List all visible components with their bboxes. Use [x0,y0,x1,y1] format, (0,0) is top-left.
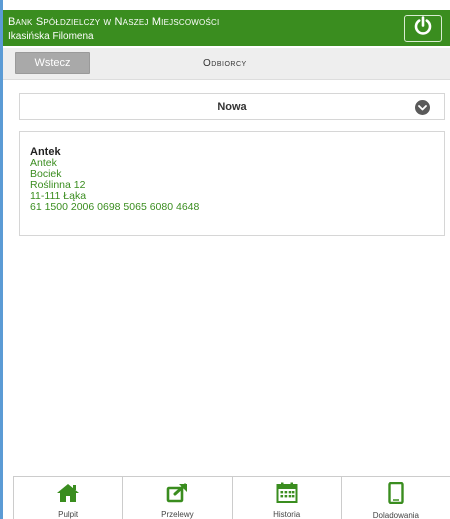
bottom-navigation: Pulpit Przelewy Historia Doladowania [13,476,450,519]
chevron-down-icon [415,100,430,115]
recipient-account-number: 61 1500 2006 0698 5065 6080 4648 [30,201,200,213]
power-icon [413,16,433,41]
back-button[interactable]: Wstecz [15,52,90,74]
nav-item-historia[interactable]: Historia [231,477,341,519]
home-icon [56,482,80,503]
nav-item-doladowania[interactable]: Doladowania [340,477,450,519]
new-recipient-label: Nowa [217,101,247,113]
logout-button[interactable] [404,15,442,42]
nav-label-doladowania: Doladowania [372,511,419,519]
nav-label-pulpit: Pulpit [58,510,79,519]
user-name: Ikasińska Filomena [8,31,94,42]
nav-item-przelewy[interactable]: Przelewy [122,477,231,519]
external-transfer-icon [166,482,188,503]
recipient-last-name: Bociek [30,168,62,180]
recipient-street: Roślinna 12 [30,179,86,191]
sub-toolbar: Wstecz Odbiorcy [3,48,450,80]
page-title: Odbiorcy [203,58,247,69]
nav-label-przelewy: Przelewy [161,510,194,519]
recipient-card[interactable]: Antek Antek Bociek Roślinna 12 11-111 Łą… [19,131,445,236]
mobile-phone-icon [388,482,404,504]
recipient-name: Antek [30,146,61,158]
nav-label-historia: Historia [273,510,301,519]
bank-name: Bank Spółdzielczy w Naszej Miejscowości [8,16,220,28]
calendar-icon [276,482,298,503]
new-recipient-row[interactable]: Nowa [19,93,445,120]
app-header: Bank Spółdzielczy w Naszej Miejscowości … [3,10,450,46]
recipient-first-name: Antek [30,157,57,169]
nav-item-pulpit[interactable]: Pulpit [13,477,122,519]
